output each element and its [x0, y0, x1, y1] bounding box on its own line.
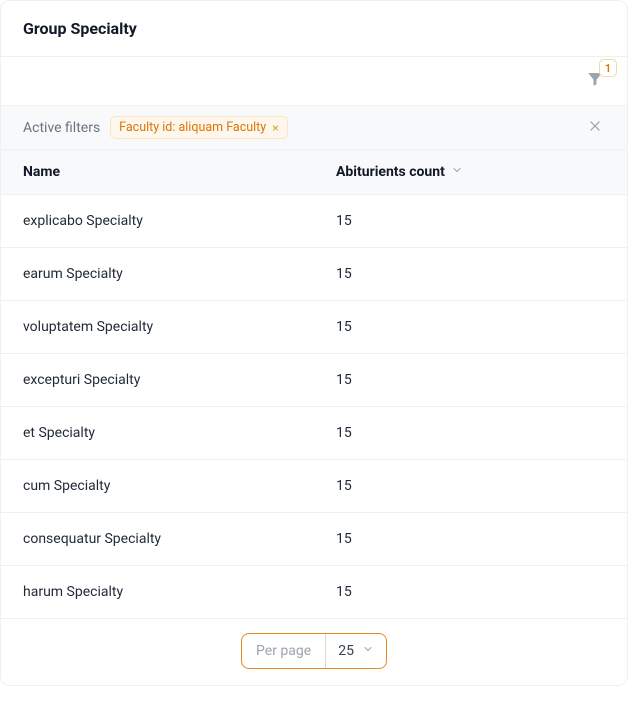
column-header-name-label: Name: [23, 164, 60, 180]
per-page-control: Per page 25: [241, 633, 387, 669]
clear-filters-button[interactable]: [585, 118, 605, 138]
per-page-value: 25: [338, 643, 354, 659]
cell-name: consequatur Specialty: [1, 513, 314, 566]
card-header: Group Specialty: [1, 1, 627, 57]
close-icon: [588, 119, 602, 137]
cell-count: 15: [314, 301, 627, 354]
cell-name: excepturi Specialty: [1, 354, 314, 407]
remove-chip-icon[interactable]: ×: [272, 122, 278, 134]
cell-count: 15: [314, 407, 627, 460]
per-page-label: Per page: [242, 634, 326, 668]
table-row[interactable]: harum Specialty15: [1, 566, 627, 619]
cell-count: 15: [314, 460, 627, 513]
table-row[interactable]: cum Specialty15: [1, 460, 627, 513]
active-filters-label: Active filters: [23, 120, 100, 136]
filter-button[interactable]: 1: [581, 67, 609, 95]
table-row[interactable]: et Specialty15: [1, 407, 627, 460]
active-filters-bar: Active filters Faculty id: aliquam Facul…: [1, 106, 627, 150]
chevron-down-icon: [362, 643, 374, 659]
filter-count-badge: 1: [599, 59, 617, 77]
group-specialty-card: Group Specialty 1 Active filters Faculty…: [0, 0, 628, 686]
table-row[interactable]: voluptatem Specialty15: [1, 301, 627, 354]
cell-count: 15: [314, 248, 627, 301]
table-row[interactable]: consequatur Specialty15: [1, 513, 627, 566]
cell-name: et Specialty: [1, 407, 314, 460]
per-page-select[interactable]: 25: [326, 634, 386, 668]
cell-count: 15: [314, 354, 627, 407]
cell-name: explicabo Specialty: [1, 195, 314, 248]
pagination-bar: Per page 25: [1, 619, 627, 685]
cell-count: 15: [314, 566, 627, 619]
column-header-name[interactable]: Name: [1, 150, 314, 195]
column-header-count[interactable]: Abiturients count: [314, 150, 627, 195]
cell-count: 15: [314, 513, 627, 566]
filter-chip: Faculty id: aliquam Faculty ×: [110, 116, 287, 139]
column-header-count-label: Abiturients count: [336, 164, 445, 180]
page-title: Group Specialty: [23, 19, 137, 38]
filter-chip-text: Faculty id: aliquam Faculty: [119, 120, 266, 135]
table-row[interactable]: excepturi Specialty15: [1, 354, 627, 407]
cell-name: harum Specialty: [1, 566, 314, 619]
cell-name: voluptatem Specialty: [1, 301, 314, 354]
table-row[interactable]: explicabo Specialty15: [1, 195, 627, 248]
table-row[interactable]: earum Specialty15: [1, 248, 627, 301]
toolbar: 1: [1, 57, 627, 106]
cell-count: 15: [314, 195, 627, 248]
cell-name: earum Specialty: [1, 248, 314, 301]
table-header-row: Name Abiturients count: [1, 150, 627, 195]
chevron-down-icon: [451, 164, 463, 180]
specialty-table: Name Abiturients count explicabo Special…: [1, 150, 627, 619]
cell-name: cum Specialty: [1, 460, 314, 513]
